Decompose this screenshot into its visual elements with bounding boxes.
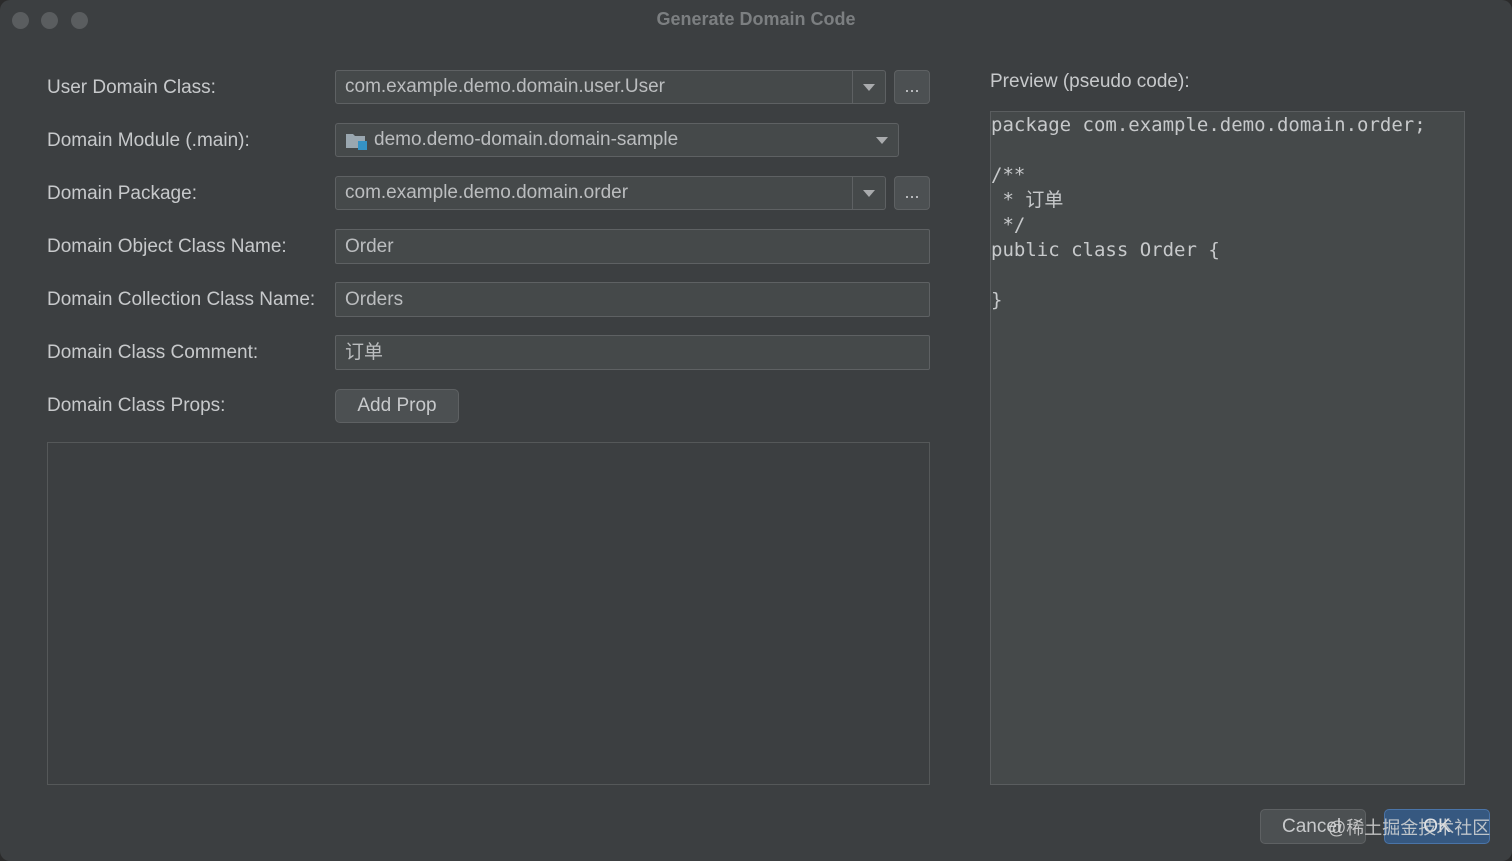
domain-class-props-label: Domain Class Props: (47, 395, 226, 416)
chevron-down-icon[interactable] (863, 84, 875, 91)
window-title: Generate Domain Code (656, 9, 856, 29)
preview-code-text: package com.example.demo.domain.order; /… (991, 114, 1426, 311)
domain-package-label: Domain Package: (47, 183, 197, 204)
domain-package-browse-button[interactable]: ... (894, 176, 930, 210)
user-domain-class-combo[interactable]: com.example.demo.domain.user.User (335, 70, 886, 104)
domain-module-label: Domain Module (.main): (47, 130, 250, 151)
domain-package-value: com.example.demo.domain.order (345, 182, 629, 203)
module-folder-icon (346, 134, 367, 150)
combo-divider (852, 71, 853, 103)
title-bar: Generate Domain Code (0, 0, 1512, 40)
domain-class-comment-label: Domain Class Comment: (47, 342, 259, 363)
domain-object-class-name-value: Order (345, 236, 394, 257)
add-prop-button[interactable]: Add Prop (335, 389, 459, 423)
domain-class-comment-value: 订单 (345, 342, 384, 363)
domain-class-comment-input[interactable]: 订单 (335, 335, 930, 370)
domain-collection-class-name-input[interactable]: Orders (335, 282, 930, 317)
watermark: @稀土掘金技术社区 (1328, 818, 1491, 838)
user-domain-class-value: com.example.demo.domain.user.User (345, 76, 665, 97)
user-domain-class-label: User Domain Class: (47, 77, 216, 98)
chevron-down-icon[interactable] (876, 137, 888, 144)
domain-object-class-name-label: Domain Object Class Name: (47, 236, 287, 257)
preview-code-area[interactable]: package com.example.demo.domain.order; /… (990, 111, 1465, 785)
domain-package-combo[interactable]: com.example.demo.domain.order (335, 176, 886, 210)
preview-label: Preview (pseudo code): (990, 71, 1190, 92)
chevron-down-icon[interactable] (863, 190, 875, 197)
domain-module-combo[interactable]: demo.demo-domain.domain-sample (335, 123, 899, 157)
user-domain-class-browse-button[interactable]: ... (894, 70, 930, 104)
domain-collection-class-name-value: Orders (345, 289, 404, 310)
domain-object-class-name-input[interactable]: Order (335, 229, 930, 264)
domain-collection-class-name-label: Domain Collection Class Name: (47, 289, 316, 310)
props-panel (47, 442, 930, 785)
domain-module-value: demo.demo-domain.domain-sample (374, 129, 679, 150)
combo-divider (852, 177, 853, 209)
dialog-window: Generate Domain Code User Domain Class: … (0, 0, 1512, 861)
